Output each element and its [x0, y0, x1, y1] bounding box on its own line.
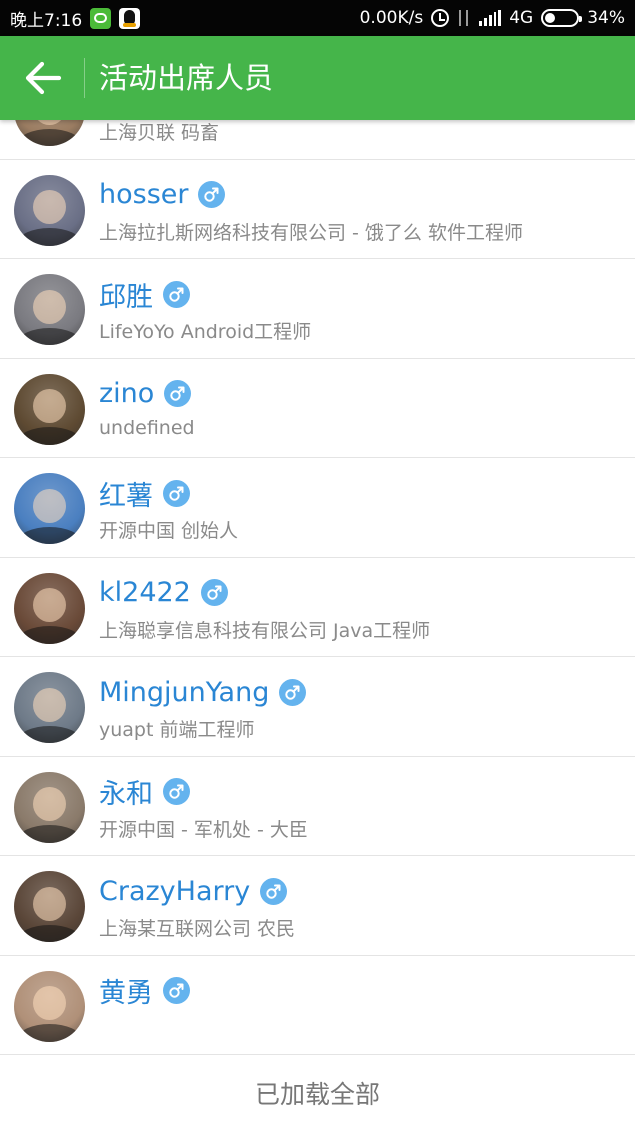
avatar[interactable]	[14, 771, 85, 843]
attendee-description: 开源中国 创始人	[99, 520, 239, 542]
attendee-description: 上海贝联 码畜	[99, 122, 220, 144]
avatar[interactable]	[14, 174, 85, 246]
name-line: MingjunYang	[99, 675, 307, 709]
list-item[interactable]: 黄勇	[0, 956, 635, 1055]
attendee-description: 上海拉扎斯网络科技有限公司 - 饿了么 软件工程师	[99, 221, 523, 244]
attendee-name[interactable]: 红薯	[99, 474, 153, 513]
name-line: hosser	[99, 178, 226, 212]
avatar[interactable]	[14, 120, 85, 146]
attendee-description: 上海聪享信息科技有限公司 Java工程师	[99, 619, 431, 642]
male-icon	[260, 877, 288, 905]
list-item[interactable]: MingjunYang yuapt 前端工程师	[0, 657, 635, 757]
net-speed: 0.00K/s	[359, 8, 424, 28]
list-item[interactable]: CrazyHarry 上海某互联网公司 农民	[0, 856, 635, 956]
male-icon	[163, 479, 190, 507]
avatar[interactable]	[14, 572, 85, 644]
male-icon	[163, 977, 190, 1004]
name-line: 邱胜	[99, 275, 190, 314]
attendee-description: undefined	[99, 416, 195, 439]
page-title: 活动出席人员	[99, 61, 274, 95]
name-line: CrazyHarry	[99, 874, 288, 908]
avatar[interactable]	[14, 373, 85, 445]
avatar[interactable]	[14, 970, 85, 1042]
network-type: 4G	[509, 8, 534, 28]
back-button[interactable]	[14, 50, 72, 106]
attendee-name[interactable]: CrazyHarry	[99, 876, 250, 907]
avatar[interactable]	[14, 473, 85, 544]
male-icon	[198, 181, 226, 208]
male-icon	[163, 778, 190, 805]
male-icon	[279, 678, 307, 706]
list-item[interactable]: zino undefined	[0, 359, 635, 458]
header-divider	[84, 58, 85, 98]
signal-icon	[479, 10, 502, 26]
avatar[interactable]	[14, 274, 85, 345]
wechat-icon	[90, 7, 112, 29]
list-item[interactable]: kl2422 上海聪享信息科技有限公司 Java工程师	[0, 558, 635, 657]
attendee-description: LifeYoYo Android工程师	[99, 321, 312, 343]
list-item[interactable]: 永和开源中国 - 军机处 - 大臣	[0, 757, 635, 856]
load-all-text: 已加载全部	[254, 1079, 380, 1109]
male-icon	[164, 380, 192, 407]
attendee-name[interactable]: 邱胜	[99, 275, 153, 314]
battery-percent: 34%	[587, 8, 625, 28]
list-item[interactable]: 红薯开源中国 创始人	[0, 458, 635, 558]
name-line: zino	[99, 377, 192, 411]
status-bar: 晚上7:16 0.00K/s 4G 34%	[0, 0, 635, 36]
list-item[interactable]: 上海贝联 码畜	[0, 120, 635, 160]
attendee-name[interactable]: hosser	[99, 179, 188, 210]
app-bar: 活动出席人员	[0, 36, 635, 120]
status-time: 晚上7:16	[10, 10, 83, 31]
name-line: 红薯	[99, 474, 190, 513]
qq-icon	[119, 7, 141, 29]
alarm-icon	[431, 9, 450, 27]
attendee-description: 开源中国 - 军机处 - 大臣	[99, 818, 308, 841]
list-item[interactable]: hosser 上海拉扎斯网络科技有限公司 - 饿了么 软件工程师	[0, 160, 635, 259]
attendee-name[interactable]: zino	[99, 378, 154, 409]
attendee-name[interactable]: 黄勇	[99, 971, 153, 1010]
attendee-description: 上海某互联网公司 农民	[99, 918, 296, 940]
attendee-name[interactable]: 永和	[99, 772, 153, 811]
attendee-name[interactable]: MingjunYang	[99, 677, 269, 708]
name-line: 黄勇	[99, 971, 190, 1010]
attendee-name[interactable]: kl2422	[99, 577, 191, 608]
attendee-list[interactable]: 上海贝联 码畜 hosser 上海拉扎斯网络科技有限公司 - 饿了么 软件工程师邱胜…	[0, 120, 635, 1056]
arrow-left-icon	[25, 61, 62, 95]
data-arrows-icon	[457, 9, 471, 27]
male-icon	[163, 280, 190, 308]
name-line: 永和	[99, 772, 190, 811]
list-item[interactable]: 邱胜 LifeYoYo Android工程师	[0, 259, 635, 359]
male-icon	[200, 579, 228, 606]
list-footer: 已加载全部	[0, 1056, 635, 1129]
battery-icon	[541, 9, 583, 27]
name-line: kl2422	[99, 576, 228, 610]
attendee-description: yuapt 前端工程师	[99, 719, 255, 741]
avatar[interactable]	[14, 871, 85, 942]
avatar[interactable]	[14, 672, 85, 743]
